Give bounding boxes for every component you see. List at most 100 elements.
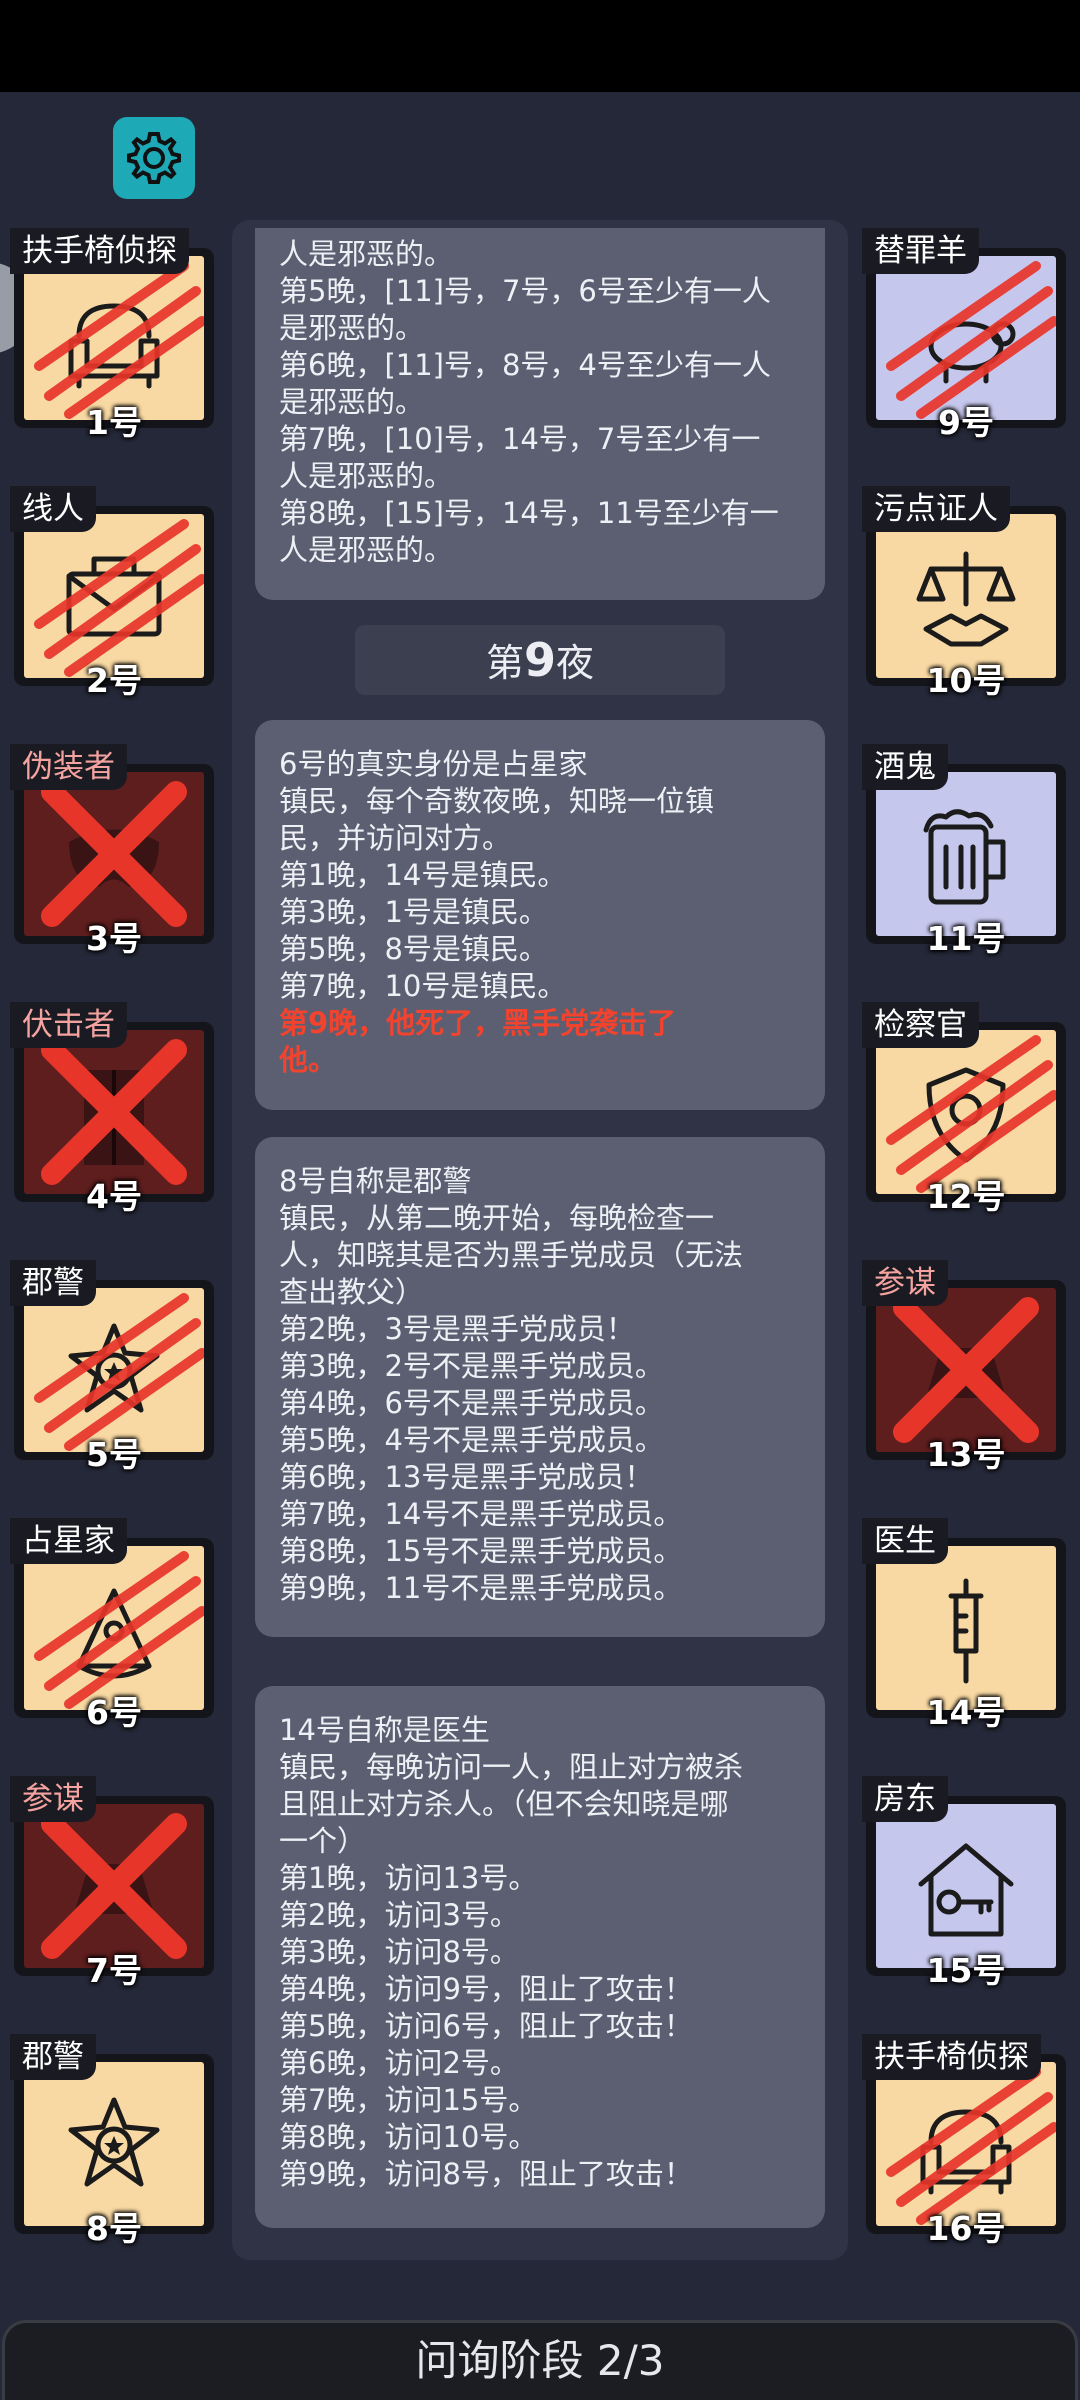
player-role-label: 替罪羊 bbox=[862, 228, 979, 274]
player-card-5号[interactable]: 郡警 5号 bbox=[10, 1260, 218, 1474]
player-card-6号[interactable]: 占星家 6号 bbox=[10, 1518, 218, 1732]
player-card-11号[interactable]: 酒鬼 11号 bbox=[862, 744, 1070, 958]
player-card-8号[interactable]: 郡警 8号 bbox=[10, 2034, 218, 2248]
log-line: 第9晚，11号不是黑手党成员。 bbox=[279, 1571, 683, 1605]
player-card-12号[interactable]: 检察官 12号 bbox=[862, 1002, 1070, 1216]
log-line: 第7晚，[10]号，14号，7号至少有一 bbox=[279, 422, 761, 456]
log-line: 14号自称是医生 bbox=[279, 1713, 490, 1747]
house-key-icon bbox=[918, 1843, 1014, 1937]
sheriff-badge-icon bbox=[68, 2097, 160, 2187]
log-line: 第2晚，3号是黑手党成员！ bbox=[279, 1312, 635, 1346]
log-line: 是邪恶的。 bbox=[279, 311, 425, 345]
player-number: 13号 bbox=[926, 1435, 1006, 1474]
log-bubble-doctor-claim: 14号自称是医生 镇民，每晚访问一人，阻止对方被杀 且阻止对方杀人。（但不会知晓是哪… bbox=[255, 1686, 825, 2228]
player-number: 2号 bbox=[86, 661, 142, 700]
player-role-label: 参谋 bbox=[862, 1260, 948, 1306]
log-line: 第8晚，15号不是黑手党成员。 bbox=[279, 1534, 683, 1568]
player-card-13号[interactable]: 参谋 13号 bbox=[862, 1260, 1070, 1474]
beer-mug-icon bbox=[923, 809, 1006, 905]
log-line: 第4晚，访问9号，阻止了攻击！ bbox=[279, 1972, 693, 2006]
log-line: 镇民，从第二晚开始，每晚检查一 bbox=[279, 1201, 715, 1235]
log-line: 人是邪恶的。 bbox=[279, 533, 454, 567]
status-bar bbox=[0, 0, 1080, 92]
player-number: 14号 bbox=[926, 1693, 1006, 1732]
phase-label: 问询阶段 2/3 bbox=[415, 2336, 665, 2385]
player-card-7号[interactable]: 参谋 7号 bbox=[10, 1776, 218, 1990]
log-line: 查出教父） bbox=[279, 1275, 425, 1309]
player-card-3号[interactable]: 伪装者 3号 bbox=[10, 744, 218, 958]
log-line: 第1晚，14号是镇民。 bbox=[279, 858, 567, 892]
scales-handshake-icon bbox=[916, 551, 1016, 647]
log-line: 镇民，每个奇数夜晚，知晓一位镇 bbox=[279, 784, 715, 818]
player-role-label: 扶手椅侦探 bbox=[10, 228, 189, 274]
player-role-label: 检察官 bbox=[862, 1002, 979, 1048]
player-role-label: 医生 bbox=[862, 1518, 948, 1564]
night-label-suffix: 夜 bbox=[556, 641, 595, 685]
player-number: 16号 bbox=[926, 2209, 1006, 2248]
night-number: 9 bbox=[523, 633, 556, 687]
log-line: 第5晚，访问6号，阻止了攻击！ bbox=[279, 2009, 693, 2043]
player-card-15号[interactable]: 房东 15号 bbox=[862, 1776, 1070, 1990]
player-number: 8号 bbox=[86, 2209, 142, 2248]
player-number: 10号 bbox=[926, 661, 1006, 700]
log-line: 第3晚，1号是镇民。 bbox=[279, 895, 548, 929]
player-card-14号[interactable]: 医生 14号 bbox=[862, 1518, 1070, 1732]
log-line: 第5晚，4号不是黑手党成员。 bbox=[279, 1423, 664, 1457]
phase-bar: 问询阶段 2/3 bbox=[2, 2320, 1078, 2400]
player-number: 11号 bbox=[926, 919, 1006, 958]
log-line: 第9晚，他死了，黑手党袭击了 bbox=[279, 1006, 677, 1040]
player-number: 3号 bbox=[86, 919, 142, 958]
player-role-label: 郡警 bbox=[10, 1260, 96, 1306]
log-line: 6号的真实身份是占星家 bbox=[279, 747, 588, 781]
log-line: 第2晚，访问3号。 bbox=[279, 1898, 519, 1932]
log-line: 人，知晓其是否为黑手党成员（无法 bbox=[279, 1238, 744, 1272]
player-number: 1号 bbox=[86, 403, 142, 442]
log-line: 第3晚，2号不是黑手党成员。 bbox=[279, 1349, 664, 1383]
log-line: 第9晚，访问8号，阻止了攻击！ bbox=[279, 2157, 693, 2191]
player-number: 6号 bbox=[86, 1693, 142, 1732]
player-card-10号[interactable]: 污点证人 10号 bbox=[862, 486, 1070, 700]
player-card-4号[interactable]: 伏击者 4号 bbox=[10, 1002, 218, 1216]
log-line: 是邪恶的。 bbox=[279, 385, 425, 419]
log-line: 第7晚，访问15号。 bbox=[279, 2083, 538, 2117]
player-card-1号[interactable]: 扶手椅侦探 1号 bbox=[10, 228, 218, 442]
player-number: 12号 bbox=[926, 1177, 1006, 1216]
log-bubble-sheriff-claim: 8号自称是郡警 镇民，从第二晚开始，每晚检查一 人，知晓其是否为黑手党成员（无法 查出… bbox=[255, 1137, 825, 1637]
log-line: 8号自称是郡警 bbox=[279, 1164, 472, 1198]
log-line: 人是邪恶的。 bbox=[279, 459, 454, 493]
log-line: 第5晚，[11]号，7号，6号至少有一人 bbox=[279, 274, 771, 308]
log-line: 第7晚，14号不是黑手党成员。 bbox=[279, 1497, 683, 1531]
player-role-label: 郡警 bbox=[10, 2034, 96, 2080]
player-card-2号[interactable]: 线人 2号 bbox=[10, 486, 218, 700]
log-line: 第1晚，访问13号。 bbox=[279, 1861, 538, 1895]
settings-button[interactable] bbox=[113, 117, 195, 199]
log-line: 第6晚，访问2号。 bbox=[279, 2046, 519, 2080]
log-line: 镇民，每晚访问一人，阻止对方被杀 bbox=[279, 1750, 744, 1784]
player-card-9号[interactable]: 替罪羊 9号 bbox=[862, 228, 1070, 442]
log-line: 一个） bbox=[279, 1824, 367, 1858]
log-line: 第5晚，8号是镇民。 bbox=[279, 932, 548, 966]
log-line: 第8晚，[15]号，14号，11号至少有一 bbox=[279, 496, 779, 530]
player-number: 7号 bbox=[86, 1951, 142, 1990]
syringe-icon bbox=[948, 1578, 984, 1684]
log-line: 第4晚，6号不是黑手党成员。 bbox=[279, 1386, 664, 1420]
player-role-label: 伏击者 bbox=[10, 1002, 127, 1048]
player-number: 9号 bbox=[938, 403, 994, 442]
log-line: 第3晚，访问8号。 bbox=[279, 1935, 519, 1969]
player-role-label: 伪装者 bbox=[10, 744, 127, 790]
log-line: 第7晚，10号是镇民。 bbox=[279, 969, 567, 1003]
night-divider: 第9夜 bbox=[355, 625, 725, 695]
player-role-label: 占星家 bbox=[10, 1518, 127, 1564]
log-line: 他。 bbox=[279, 1043, 338, 1077]
player-role-label: 污点证人 bbox=[862, 486, 1010, 532]
player-role-label: 酒鬼 bbox=[862, 744, 948, 790]
player-number: 4号 bbox=[86, 1177, 142, 1216]
night-label-prefix: 第 bbox=[485, 641, 524, 685]
player-role-label: 房东 bbox=[862, 1776, 948, 1822]
player-number: 5号 bbox=[86, 1435, 142, 1474]
log-line: 第8晚，访问10号。 bbox=[279, 2120, 538, 2154]
log-line: 且阻止对方杀人。（但不会知晓是哪 bbox=[279, 1787, 729, 1821]
player-card-16号[interactable]: 扶手椅侦探 16号 bbox=[862, 2034, 1070, 2248]
log-line: 人是邪恶的。 bbox=[279, 237, 454, 271]
player-role-label: 扶手椅侦探 bbox=[862, 2034, 1041, 2080]
